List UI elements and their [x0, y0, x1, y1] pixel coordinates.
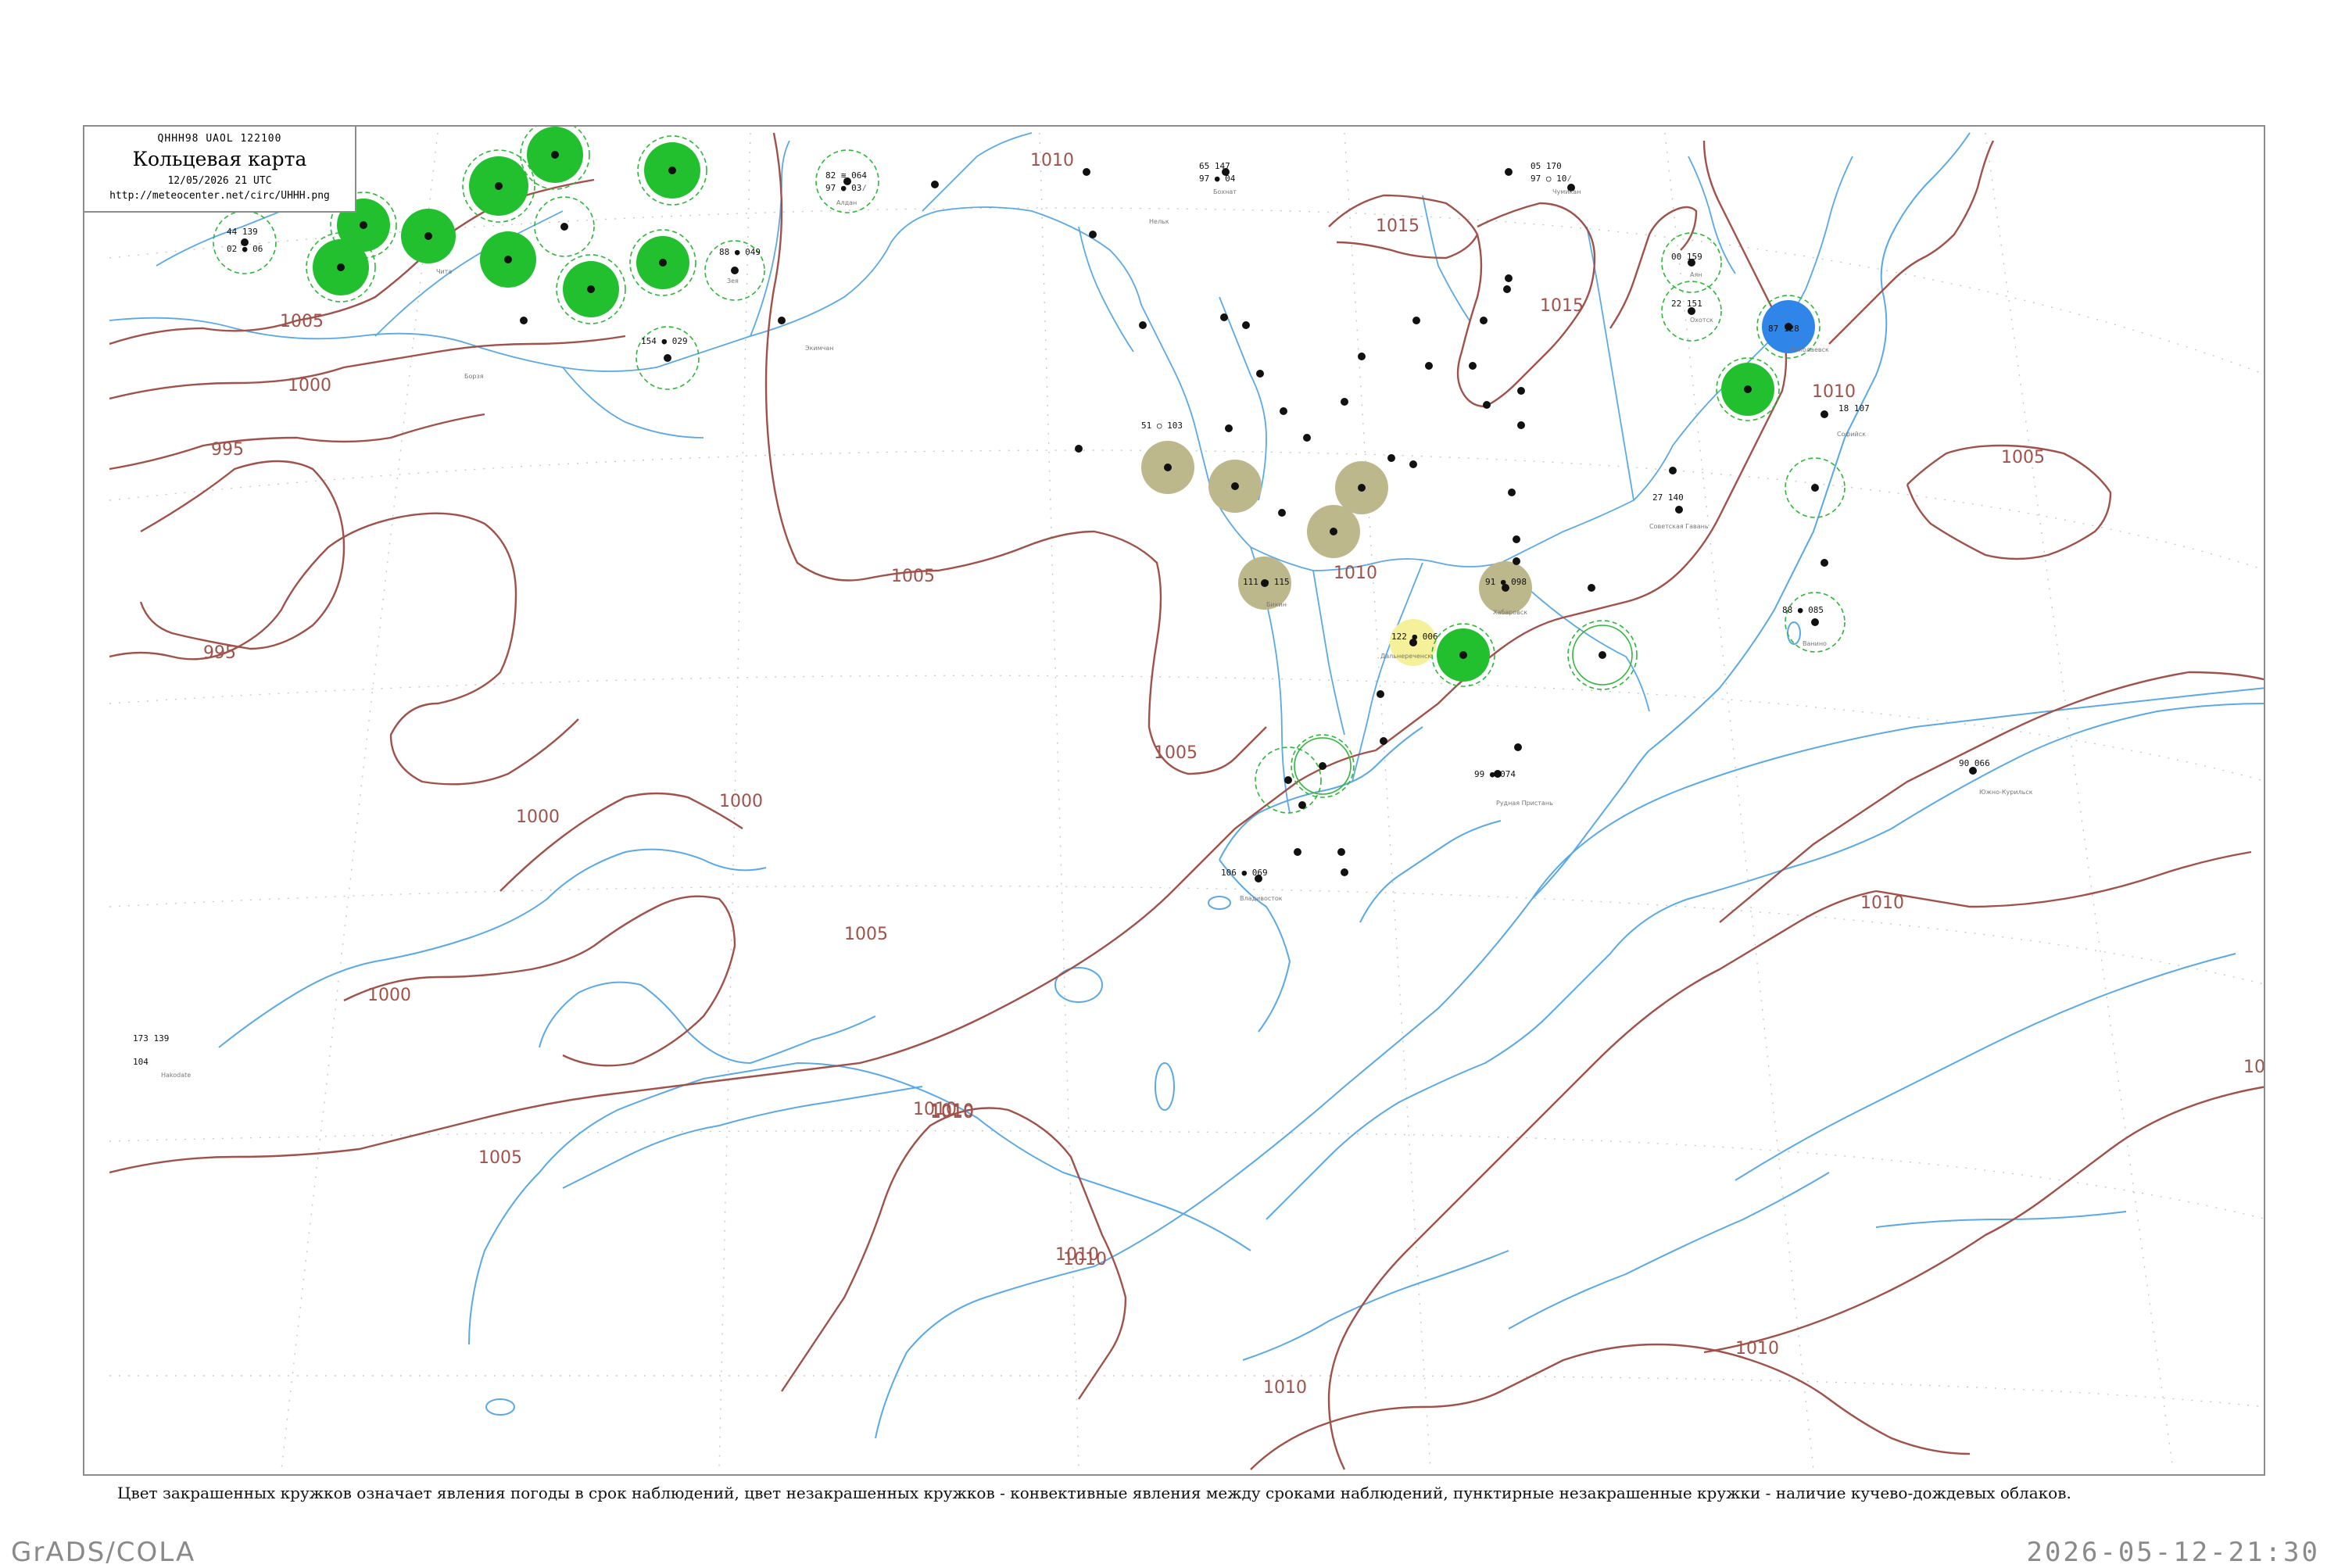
bulletin-code: QHHH98 UAOL 122100 — [157, 133, 282, 145]
map-header: QHHH98 UAOL 122100 Кольцевая карта 12/05… — [83, 125, 356, 213]
render-timestamp: 2026-05-12-21:30 — [2026, 1537, 2320, 1568]
software-credit: GrADS/COLA — [11, 1537, 196, 1568]
map-title: Кольцевая карта — [132, 148, 307, 170]
observation-time: 12/05/2026 21 UTC — [167, 175, 272, 187]
source-url: http://meteocenter.net/circ/UHHH.png — [109, 190, 330, 202]
legend-note: Цвет закрашенных кружков означает явлени… — [117, 1484, 2071, 1502]
map-frame — [83, 125, 2265, 1476]
